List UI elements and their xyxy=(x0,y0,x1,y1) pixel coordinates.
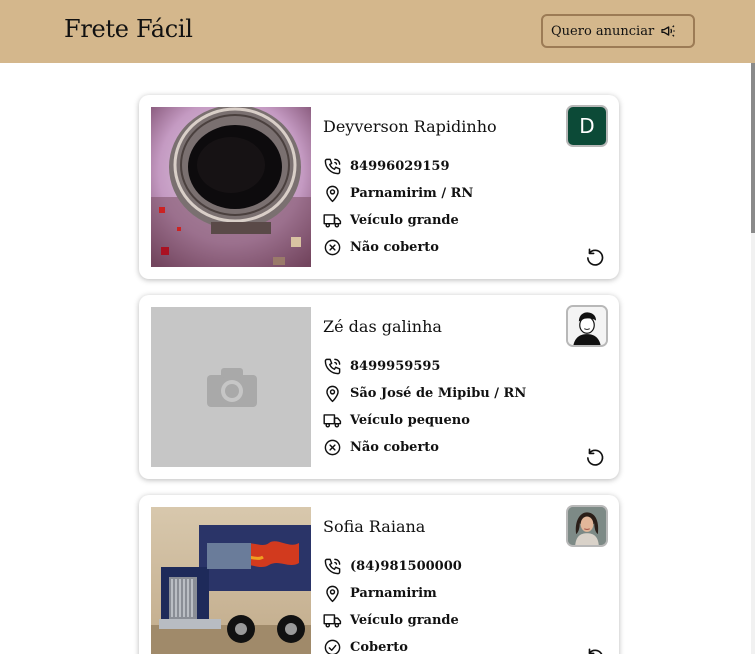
truck-icon xyxy=(323,214,342,228)
driver-card[interactable]: Sofia Raiana (84)981500000 Parnamirim Ve… xyxy=(139,495,619,654)
driver-name: Sofia Raiana xyxy=(323,517,426,536)
refresh-icon xyxy=(588,648,603,654)
phone-text: 84996029159 xyxy=(350,159,450,174)
vehicle-row: Veículo grande xyxy=(323,211,459,230)
driver-avatar[interactable]: D xyxy=(566,105,608,147)
app-title[interactable]: Frete Fácil xyxy=(64,15,193,43)
phone-icon xyxy=(324,558,341,575)
truck-icon xyxy=(323,614,342,628)
refresh-button[interactable] xyxy=(584,247,606,269)
location-text: Parnamirim xyxy=(350,586,437,601)
vehicle-row: Veículo grande xyxy=(323,611,459,630)
phone-icon xyxy=(324,358,341,375)
location-pin-icon xyxy=(326,385,339,403)
driver-name: Deyverson Rapidinho xyxy=(323,117,497,136)
phone-text: 8499959595 xyxy=(350,359,441,374)
vehicle-text: Veículo pequeno xyxy=(350,413,470,428)
truck-icon xyxy=(323,414,342,428)
advertise-button[interactable]: Quero anunciar xyxy=(541,14,695,48)
phone-row: 8499959595 xyxy=(323,357,440,376)
location-text: São José de Mipibu / RN xyxy=(350,386,527,401)
refresh-button[interactable] xyxy=(584,447,606,469)
refresh-button[interactable] xyxy=(584,647,606,654)
refresh-icon xyxy=(587,448,604,466)
driver-avatar[interactable] xyxy=(566,305,608,347)
location-row: Parnamirim xyxy=(323,584,437,603)
phone-text: (84)981500000 xyxy=(350,559,462,574)
driver-card[interactable]: Zé das galinha 8499959595 São José de Mi… xyxy=(139,295,619,479)
coverage-text: Não coberto xyxy=(350,440,439,455)
megaphone-icon xyxy=(661,25,675,37)
phone-row: (84)981500000 xyxy=(323,557,462,576)
x-circle-icon xyxy=(324,439,341,456)
phone-icon xyxy=(324,158,341,175)
location-text: Parnamirim / RN xyxy=(350,186,474,201)
astronaut-helmet-image xyxy=(151,107,311,267)
location-pin-icon xyxy=(326,585,339,603)
check-circle-icon xyxy=(324,639,341,654)
x-circle-icon xyxy=(324,239,341,256)
driver-card[interactable]: Deyverson Rapidinho D 84996029159 Parnam… xyxy=(139,95,619,279)
location-row: São José de Mipibu / RN xyxy=(323,384,526,403)
driver-avatar[interactable] xyxy=(566,505,608,547)
vehicle-text: Veículo grande xyxy=(350,213,459,228)
coverage-text: Não coberto xyxy=(350,240,439,255)
refresh-icon xyxy=(587,248,604,266)
phone-row: 84996029159 xyxy=(323,157,450,176)
location-row: Parnamirim / RN xyxy=(323,184,473,203)
top-header: Frete Fácil Quero anunciar xyxy=(0,0,755,63)
scrollbar-thumb[interactable] xyxy=(751,63,755,233)
vehicle-row: Veículo pequeno xyxy=(323,411,470,430)
coverage-row: Não coberto xyxy=(323,238,439,257)
truck-image xyxy=(151,507,311,654)
coverage-row: Não coberto xyxy=(323,438,439,457)
coverage-text: Coberto xyxy=(350,640,408,654)
location-pin-icon xyxy=(326,185,339,203)
camera-placeholder-icon xyxy=(151,307,311,467)
advertise-label: Quero anunciar xyxy=(551,23,655,39)
coverage-row: Coberto xyxy=(323,638,408,654)
vehicle-text: Veículo grande xyxy=(350,613,459,628)
driver-name: Zé das galinha xyxy=(323,317,442,336)
